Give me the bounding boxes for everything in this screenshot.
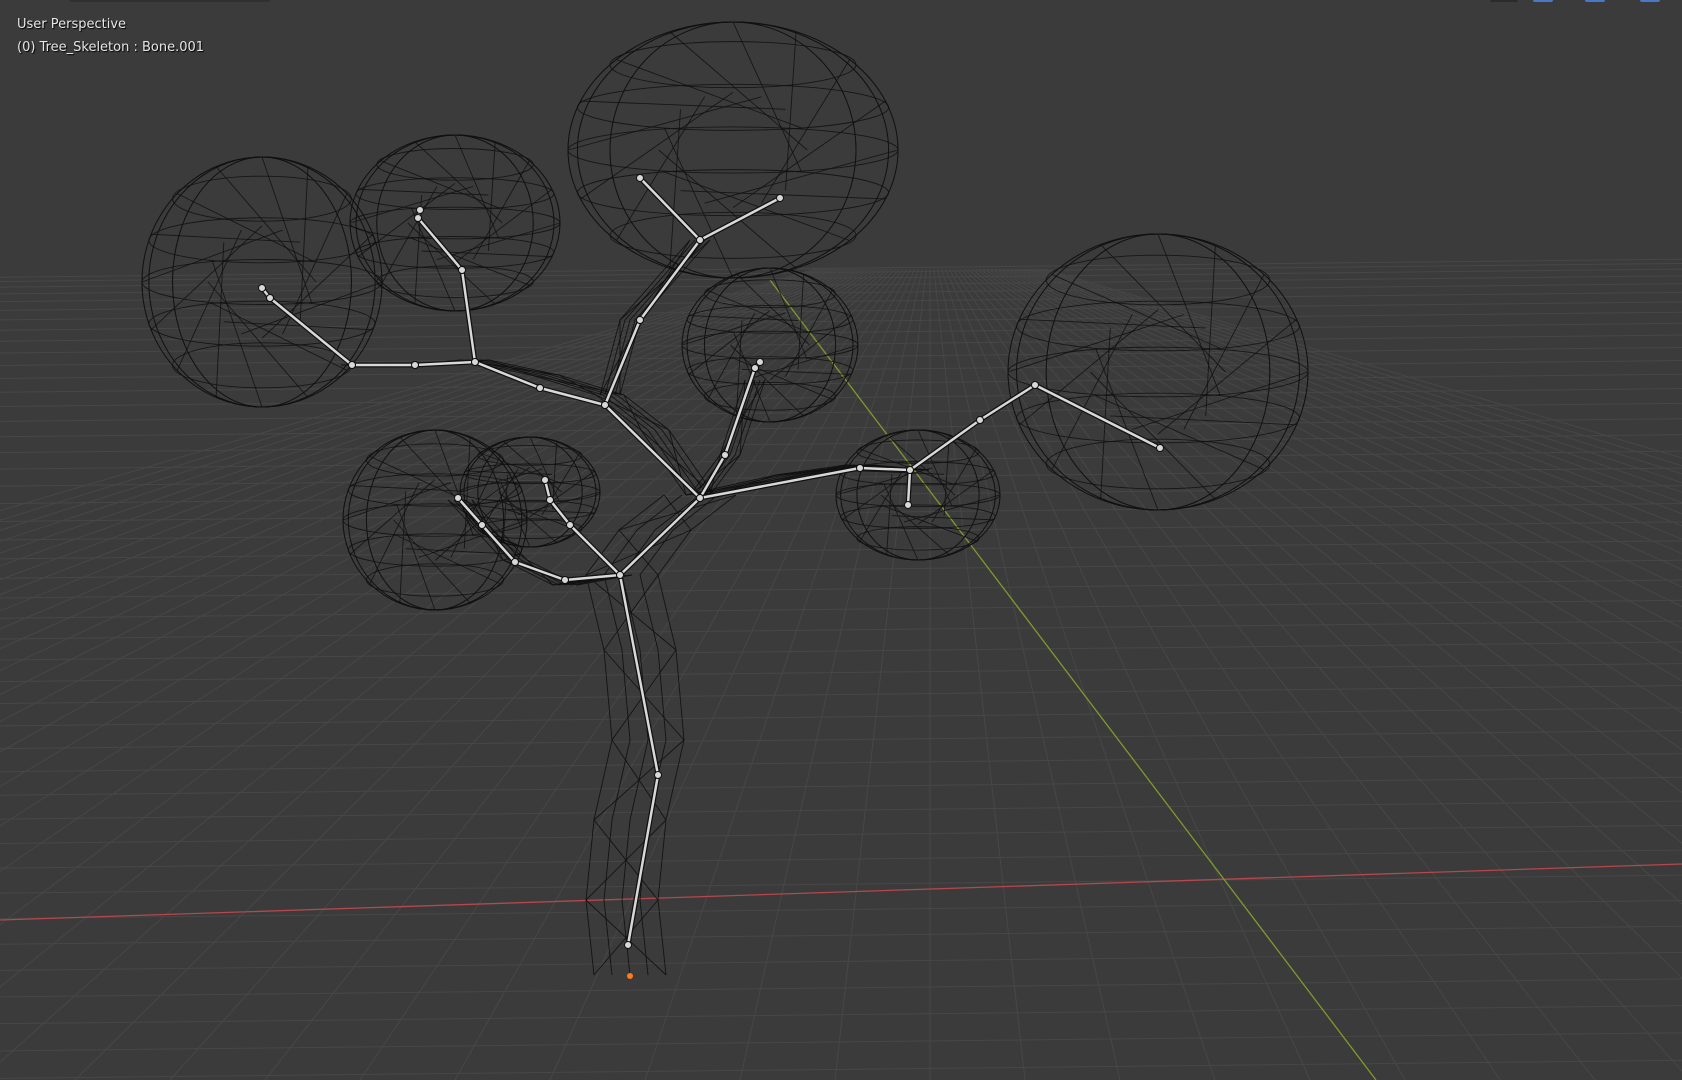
grid-line: [0, 311, 1682, 331]
armature-bone[interactable]: [348, 361, 419, 369]
grid-line: [264, 268, 904, 1080]
armature-bone[interactable]: [561, 571, 624, 584]
foliage-sphere: [342, 429, 528, 611]
foliage-sphere: [835, 429, 1001, 561]
y-axis-line: [769, 279, 1377, 1080]
grid-line: [963, 268, 1682, 979]
tree-wireframe-mesh: [141, 21, 1309, 976]
armature-bone[interactable]: [411, 358, 479, 369]
grid-line: [933, 268, 1026, 1080]
grid-line: [0, 900, 1682, 920]
armature-bone[interactable]: [616, 494, 704, 579]
grid-line: [169, 268, 900, 1080]
grid-line: [0, 849, 1682, 869]
armature-bone[interactable]: [414, 214, 466, 274]
armature-bone[interactable]: [566, 521, 624, 579]
floor-grid: [0, 258, 1682, 1080]
grid-line: [0, 641, 1682, 661]
active-object-label: (0) Tree_Skeleton : Bone.001: [17, 40, 205, 55]
armature-bone[interactable]: [751, 358, 764, 372]
grid-line: [0, 730, 1682, 750]
foliage-sphere: [141, 156, 383, 408]
grid-line: [0, 776, 1682, 796]
foliage-sphere: [349, 134, 561, 312]
armature-bone[interactable]: [636, 174, 704, 244]
grid-line: [0, 579, 1682, 599]
armature-bone[interactable]: [511, 558, 569, 584]
grid-line: [0, 707, 1682, 727]
armature-bone[interactable]: [458, 266, 479, 366]
grid-line: [0, 434, 1682, 454]
branch-tube: [341, 359, 715, 496]
grid-line: [739, 268, 923, 1080]
grid-line: [834, 268, 927, 1080]
grid-line: [0, 540, 1682, 560]
grid-line: [975, 268, 1682, 794]
scene-canvas[interactable]: [0, 0, 1682, 1080]
armature-bone[interactable]: [624, 771, 662, 949]
grid-line: [0, 1032, 1682, 1052]
grid-line: [0, 1059, 1682, 1079]
view-mode-label: User Perspective: [17, 17, 127, 32]
grid-line: [0, 322, 1682, 342]
grid-line: [0, 559, 1682, 579]
foliage-sphere: [567, 21, 899, 279]
grid-line: [0, 925, 1682, 945]
grid-line: [0, 951, 1682, 971]
armature-bone[interactable]: [601, 401, 704, 502]
grid-line: [0, 800, 1682, 820]
x-axis-line: [0, 863, 1682, 921]
grid-line: [0, 753, 1682, 773]
armature-bone[interactable]: [266, 294, 356, 369]
3d-viewport[interactable]: User Perspective (0) Tree_Skeleton : Bon…: [0, 0, 1682, 1080]
grid-line: [0, 620, 1682, 640]
grid-line: [0, 1005, 1682, 1025]
grid-line: [0, 824, 1682, 844]
object-origin-dot: [627, 973, 633, 979]
grid-line: [0, 685, 1682, 705]
grid-line: [0, 599, 1682, 619]
grid-line: [0, 874, 1682, 894]
